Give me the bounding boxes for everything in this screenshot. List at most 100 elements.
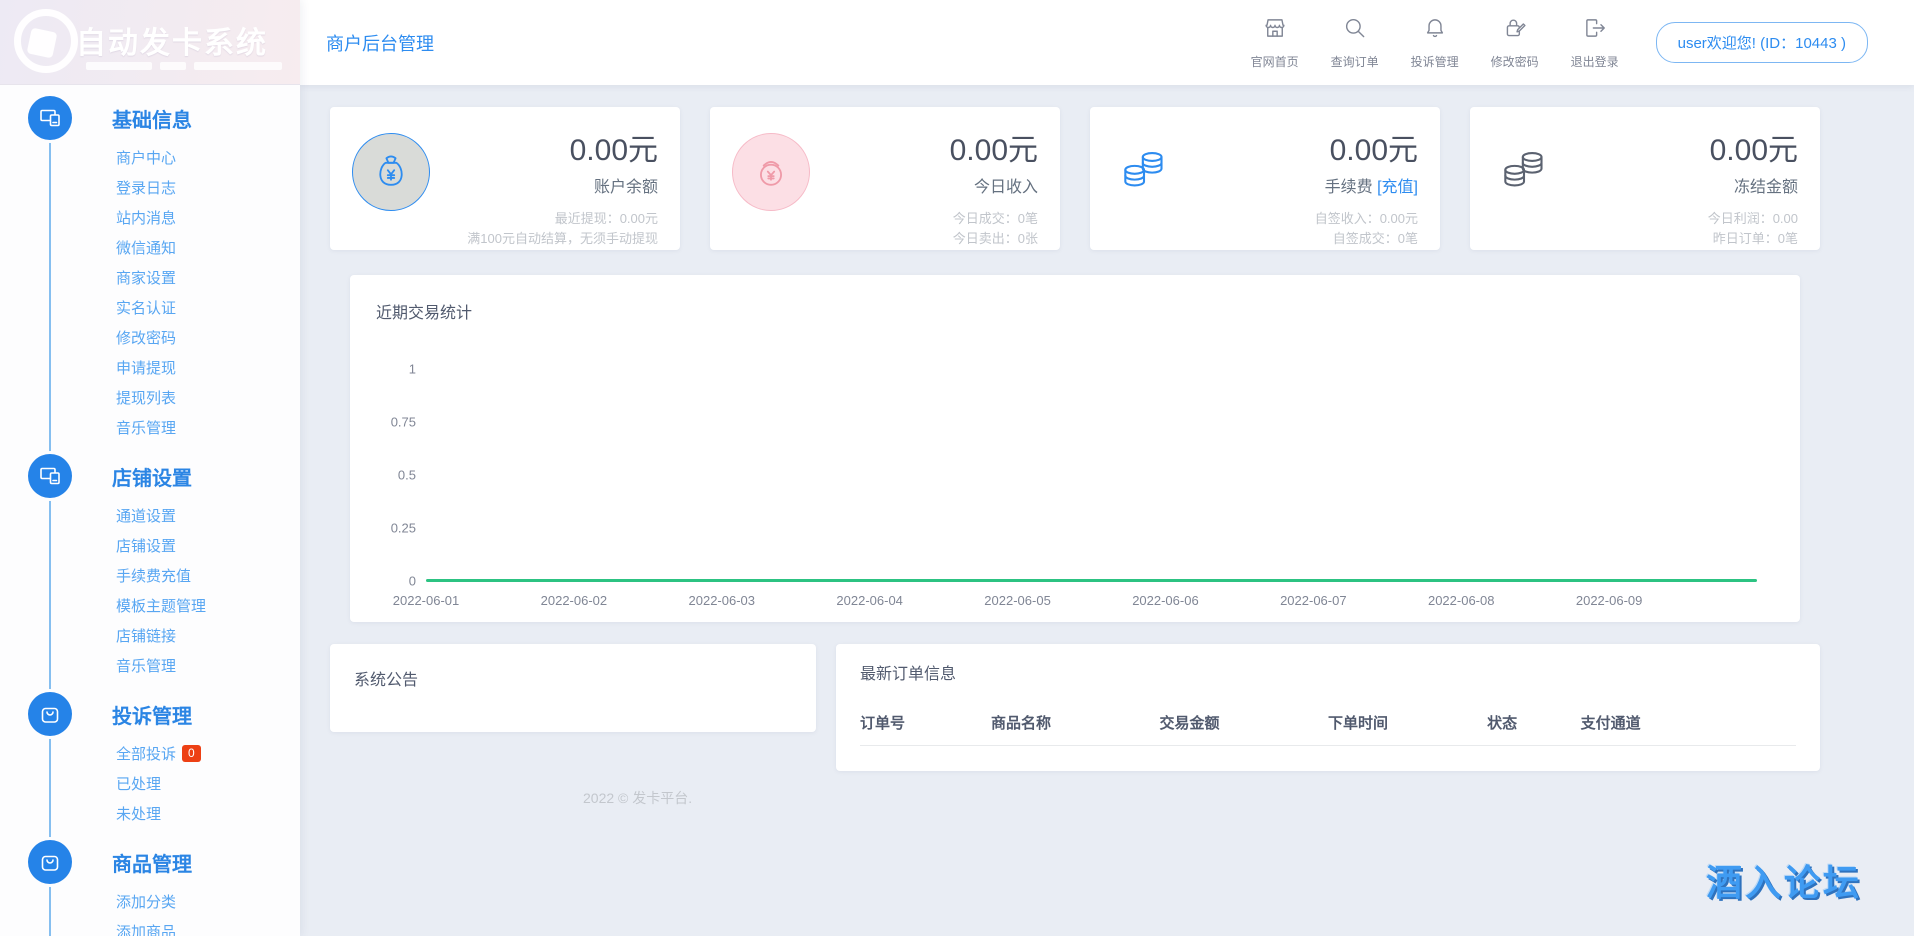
sidebar-item-template-theme[interactable]: 模板主题管理	[0, 592, 300, 622]
sidebar-item-merchant-center[interactable]: 商户中心	[0, 144, 300, 174]
col-order-id: 订单号	[860, 712, 991, 733]
copyright-footer: 2022 © 发卡平台.	[583, 788, 692, 808]
sidebar-item-shop-link[interactable]: 店铺链接	[0, 622, 300, 652]
stat-label: 手续费 [充值]	[1172, 173, 1418, 197]
section-title: 基础信息	[112, 104, 192, 133]
quicklink-complaints[interactable]: 投诉管理	[1404, 15, 1466, 70]
stat-card-balance: 0.00元 账户余额 最近提现：0.00元 满100元自动结算，无须手动提现	[330, 107, 680, 250]
quicklink-query-orders[interactable]: 查询订单	[1324, 15, 1386, 70]
logo-subtitle-decoration	[86, 62, 282, 70]
chart-plot-area: 2022-06-01 2022-06-02 2022-06-03 2022-06…	[426, 369, 1757, 581]
logo-title: 自动发卡系统	[76, 18, 268, 62]
sidebar-item-apply-withdraw[interactable]: 申请提现	[0, 354, 300, 384]
section-title: 商品管理	[112, 848, 192, 877]
sidebar-item-login-log[interactable]: 登录日志	[0, 174, 300, 204]
latest-orders-card: 最新订单信息 订单号 商品名称 交易金额 下单时间 状态 支付通道	[836, 644, 1820, 771]
sidebar-item-fee-recharge[interactable]: 手续费充值	[0, 562, 300, 592]
sidebar-item-site-messages[interactable]: 站内消息	[0, 204, 300, 234]
shopping-bag-icon	[28, 692, 72, 736]
sidebar-item-realname-auth[interactable]: 实名认证	[0, 294, 300, 324]
stat-label: 今日收入	[810, 173, 1038, 197]
bell-icon	[1422, 15, 1448, 46]
orders-title: 最新订单信息	[860, 660, 1796, 684]
sidebar-item-wechat-notify[interactable]: 微信通知	[0, 234, 300, 264]
top-bar: 商户后台管理 官网首页 查询订单	[300, 0, 1914, 85]
transactions-chart-card: 近期交易统计 1 0.75 0.5 0.25 0 2022-06-01 2022…	[350, 275, 1800, 622]
stat-subtext: 最近提现：0.00元 满100元自动结算，无须手动提现	[430, 209, 658, 249]
quicklink-change-password[interactable]: 修改密码	[1484, 15, 1546, 70]
stat-label: 冻结金额	[1552, 173, 1798, 197]
section-title: 店铺设置	[112, 462, 192, 491]
stats-row: 0.00元 账户余额 最近提现：0.00元 满100元自动结算，无须手动提现 0…	[330, 107, 1820, 250]
section-head-basic-info[interactable]: 基础信息	[0, 94, 300, 142]
stat-value: 0.00元	[1172, 125, 1418, 169]
col-pay-channel: 支付通道	[1581, 712, 1796, 733]
sidebar-item-merchant-settings[interactable]: 商家设置	[0, 264, 300, 294]
main-content: 0.00元 账户余额 最近提现：0.00元 满100元自动结算，无须手动提现 0…	[330, 107, 1820, 771]
col-order-time: 下单时间	[1328, 712, 1487, 733]
watermark-text: 酒入论坛	[1706, 854, 1862, 906]
money-bag-icon	[352, 133, 430, 211]
bottom-row: 系统公告 最新订单信息 订单号 商品名称 交易金额 下单时间 状态 支付通道	[330, 644, 1820, 771]
sidebar-item-shop-settings[interactable]: 店铺设置	[0, 532, 300, 562]
stat-subtext: 今日利润：0.00 昨日订单：0笔	[1552, 209, 1798, 249]
monitor-icon	[28, 454, 72, 498]
sidebar-item-music-manage[interactable]: 音乐管理	[0, 652, 300, 682]
system-announcement-card: 系统公告	[330, 644, 816, 732]
chart-title: 近期交易统计	[376, 299, 1800, 323]
sidebar: 自动发卡系统 基础信息 商户中心 登录日志 站内消息 微信通知	[0, 0, 300, 936]
lock-edit-icon	[1502, 15, 1528, 46]
stat-card-fee: 0.00元 手续费 [充值] 自签收入：0.00元 自签成交：0笔	[1090, 107, 1440, 250]
complaint-count-badge: 0	[182, 745, 201, 762]
user-welcome-button[interactable]: user欢迎您! (ID：10443 )	[1656, 22, 1868, 63]
stat-card-today-income: 0.00元 今日收入 今日成交：0笔 今日卖出：0张	[710, 107, 1060, 250]
stat-subtext: 自签收入：0.00元 自签成交：0笔	[1172, 209, 1418, 249]
app-logo: 自动发卡系统	[0, 0, 300, 85]
coins-gray-icon	[1496, 143, 1552, 199]
sidebar-item-all-complaints[interactable]: 全部投诉0	[0, 740, 300, 770]
sidebar-menu: 基础信息 商户中心 登录日志 站内消息 微信通知 商家设置 实名认证 修改密码 …	[0, 85, 300, 936]
menu-section-complaints: 投诉管理 全部投诉0 已处理 未处理	[0, 690, 300, 830]
monitor-icon	[28, 96, 72, 140]
logout-icon	[1582, 15, 1608, 46]
section-head-products[interactable]: 商品管理	[0, 838, 300, 886]
sidebar-item-channel-settings[interactable]: 通道设置	[0, 502, 300, 532]
storefront-icon	[1262, 15, 1288, 46]
line-chart: 1 0.75 0.5 0.25 0 2022-06-01 2022-06-02 …	[376, 369, 1800, 581]
sidebar-item-add-category[interactable]: 添加分类	[0, 888, 300, 918]
stat-value: 0.00元	[1552, 125, 1798, 169]
col-amount: 交易金额	[1160, 712, 1328, 733]
stat-card-frozen: 0.00元 冻结金额 今日利润：0.00 昨日订单：0笔	[1470, 107, 1820, 250]
col-product-name: 商品名称	[991, 712, 1159, 733]
logo-icon	[14, 9, 78, 73]
sidebar-item-unhandled[interactable]: 未处理	[0, 800, 300, 830]
orders-table-header: 订单号 商品名称 交易金额 下单时间 状态 支付通道	[860, 712, 1796, 746]
sidebar-item-withdraw-list[interactable]: 提现列表	[0, 384, 300, 414]
page-title: 商户后台管理	[326, 30, 434, 56]
search-icon	[1342, 15, 1368, 46]
stat-subtext: 今日成交：0笔 今日卖出：0张	[810, 209, 1038, 249]
money-pot-icon	[732, 133, 810, 211]
stat-label: 账户余额	[430, 173, 658, 197]
sidebar-item-handled[interactable]: 已处理	[0, 770, 300, 800]
section-title: 投诉管理	[112, 700, 192, 729]
stat-value: 0.00元	[810, 125, 1038, 169]
quick-links: 官网首页 查询订单 投诉管理	[1244, 15, 1626, 70]
menu-section-products: 商品管理 添加分类 添加商品	[0, 838, 300, 936]
quicklink-logout[interactable]: 退出登录	[1564, 15, 1626, 70]
chart-x-axis: 2022-06-01 2022-06-02 2022-06-03 2022-06…	[426, 581, 1757, 615]
coins-blue-icon	[1116, 143, 1172, 199]
sidebar-item-music-manage[interactable]: 音乐管理	[0, 414, 300, 444]
shopping-bag-icon	[28, 840, 72, 884]
sidebar-item-change-password[interactable]: 修改密码	[0, 324, 300, 354]
section-head-shop-settings[interactable]: 店铺设置	[0, 452, 300, 500]
menu-section-shop-settings: 店铺设置 通道设置 店铺设置 手续费充值 模板主题管理 店铺链接 音乐管理	[0, 452, 300, 682]
quicklink-official-home[interactable]: 官网首页	[1244, 15, 1306, 70]
sidebar-item-add-product[interactable]: 添加商品	[0, 918, 300, 936]
recharge-link[interactable]: [充值]	[1377, 179, 1418, 196]
section-head-complaints[interactable]: 投诉管理	[0, 690, 300, 738]
menu-section-basic-info: 基础信息 商户中心 登录日志 站内消息 微信通知 商家设置 实名认证 修改密码 …	[0, 94, 300, 444]
announcement-title: 系统公告	[354, 666, 792, 690]
col-status: 状态	[1487, 712, 1581, 733]
stat-value: 0.00元	[430, 125, 658, 169]
